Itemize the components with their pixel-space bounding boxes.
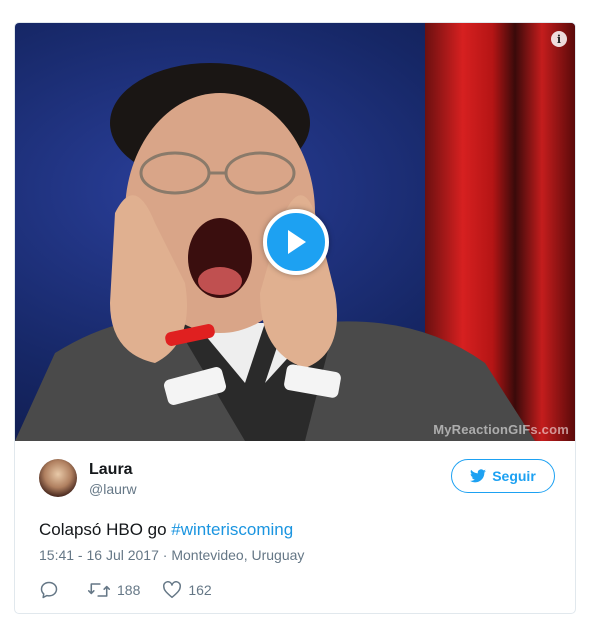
avatar[interactable] xyxy=(39,459,77,497)
like-button[interactable]: 162 xyxy=(162,581,212,599)
tweet-text: Colapsó HBO go #winteriscoming xyxy=(39,520,293,540)
heart-icon xyxy=(163,581,182,599)
tweet-meta: 15:41 - 16 Jul 2017 · Montevideo, Urugua… xyxy=(39,547,304,563)
tweet-media-gif[interactable]: i MyReactionGIFs.com xyxy=(15,23,575,441)
follow-label: Seguir xyxy=(492,468,536,484)
retweet-count: 188 xyxy=(117,582,141,598)
author-name[interactable]: Laura xyxy=(89,461,133,479)
retweet-icon xyxy=(87,583,111,597)
meta-separator: · xyxy=(158,547,172,563)
follow-button[interactable]: Seguir xyxy=(451,459,555,493)
tweet-body: Colapsó HBO go xyxy=(39,520,172,539)
tweet-card: i MyReactionGIFs.com Laura @laurw Seguir… xyxy=(14,22,576,614)
like-count: 162 xyxy=(188,582,212,598)
retweet-button[interactable]: 188 xyxy=(87,580,140,600)
tweet-location[interactable]: Montevideo, Uruguay xyxy=(171,547,304,563)
tweet-timestamp[interactable]: 15:41 - 16 Jul 2017 xyxy=(39,547,159,563)
tweet-actions: 188 162 xyxy=(39,578,234,602)
author-handle[interactable]: @laurw xyxy=(89,481,137,497)
play-button[interactable] xyxy=(263,209,329,275)
play-icon xyxy=(288,230,306,254)
hashtag-link[interactable]: #winteriscoming xyxy=(171,520,293,539)
gif-watermark: MyReactionGIFs.com xyxy=(433,422,569,437)
twitter-bird-icon xyxy=(470,469,487,483)
info-icon[interactable]: i xyxy=(551,31,567,47)
reply-button[interactable] xyxy=(39,580,65,600)
reply-icon xyxy=(40,581,58,599)
